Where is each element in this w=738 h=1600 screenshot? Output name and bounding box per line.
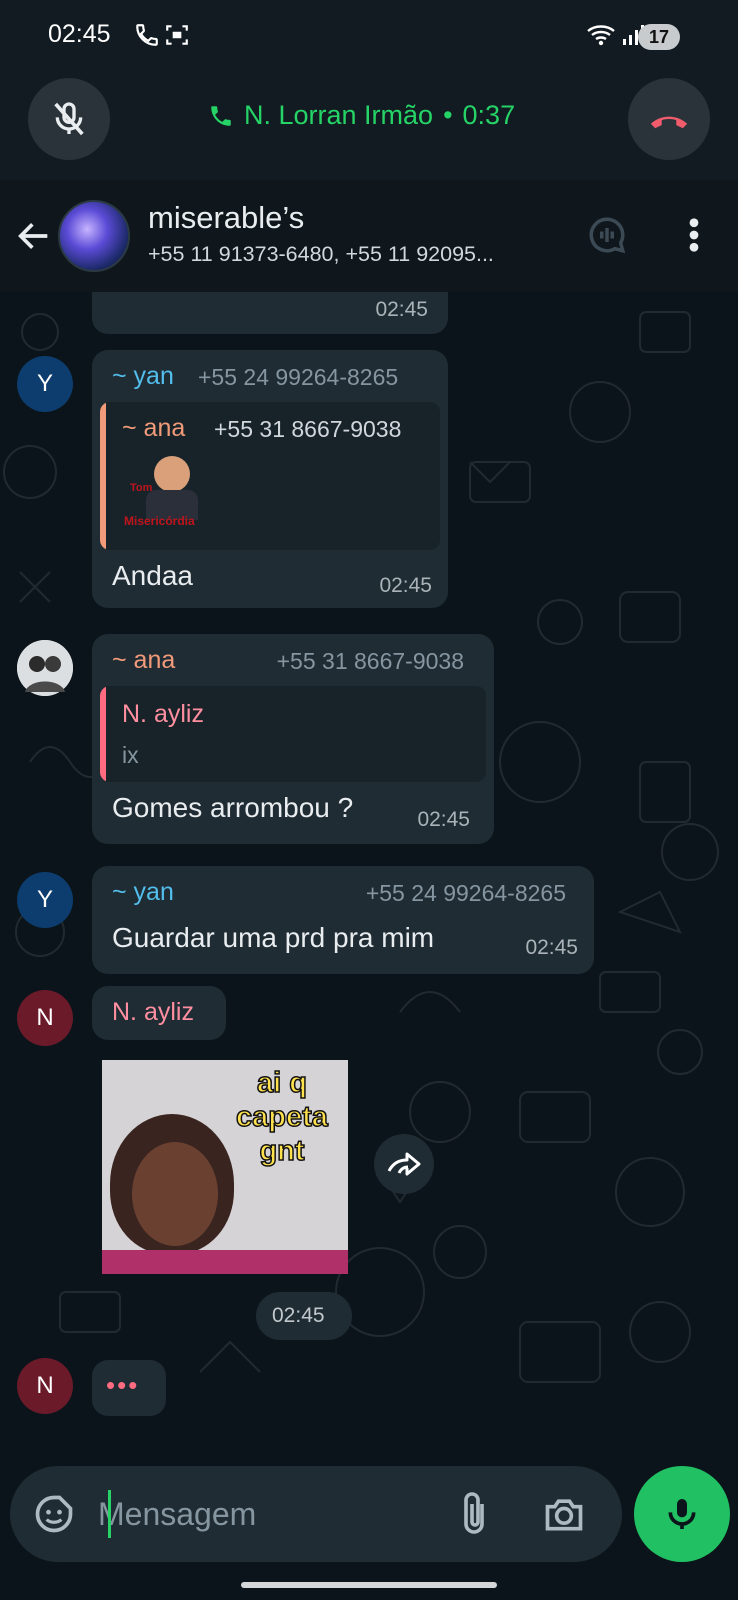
sticker-shirt: [102, 1250, 348, 1274]
sticker-text-top: Tom: [130, 482, 153, 494]
message-time: 02:45: [272, 1304, 325, 1327]
sender-name[interactable]: ~ ana: [112, 646, 175, 675]
message-bubble[interactable]: ~ ana +55 31 8667-9038 N. ayliz ix Gomes…: [92, 634, 494, 844]
status-bar: 02:45 17: [0, 0, 738, 72]
forward-icon: [387, 1152, 421, 1176]
typing-dots: •••: [106, 1370, 140, 1400]
end-call-icon: [650, 116, 688, 129]
message-bubble[interactable]: ~ yan +55 24 99264-8265 ~ ana +55 31 866…: [92, 350, 448, 608]
typing-indicator: •••: [92, 1360, 166, 1416]
quote-accent-bar: [100, 686, 106, 782]
voice-chat-icon[interactable]: [586, 214, 628, 256]
call-info[interactable]: N. Lorran Irmão • 0:37: [208, 100, 515, 131]
message-text: Guardar uma prd pra mim: [112, 922, 435, 953]
sender-name[interactable]: N. ayliz: [112, 998, 194, 1027]
message-text: Gomes arrombou ?: [112, 792, 354, 823]
message-time: 02:45: [525, 936, 578, 959]
input-pill: [10, 1466, 622, 1562]
message-time: 02:45: [379, 574, 432, 597]
gesture-navigation-bar[interactable]: [241, 1582, 497, 1588]
attach-icon[interactable]: [456, 1490, 492, 1538]
camera-icon[interactable]: [542, 1492, 586, 1536]
avatar-ana[interactable]: [17, 640, 73, 696]
group-members[interactable]: +55 11 91373-6480, +55 11 92095...: [148, 242, 558, 267]
sender-phone: +55 24 99264-8265: [365, 880, 566, 906]
sender-label-bubble[interactable]: N. ayliz: [92, 986, 226, 1040]
message-composer: [0, 1460, 738, 1600]
quoted-phone: +55 31 8667-9038: [214, 416, 402, 442]
chat-header: miserable’s +55 11 91373-6480, +55 11 92…: [0, 180, 738, 292]
message-time: 02:45: [375, 298, 428, 321]
avatar-yan[interactable]: Y: [17, 872, 73, 928]
ongoing-call-bar[interactable]: N. Lorran Irmão • 0:37: [0, 72, 738, 180]
message-input[interactable]: [98, 1486, 438, 1542]
chat-area[interactable]: 02:45 Y ~ yan +55 24 99264-8265 ~ ana +5…: [0, 292, 738, 1460]
caller-name: N. Lorran Irmão: [244, 100, 434, 130]
group-title[interactable]: miserable’s: [148, 200, 304, 236]
sticker-text-bottom: Misericórdia: [124, 514, 195, 528]
wifi-icon: [587, 25, 615, 46]
sticker-message[interactable]: ai q capeta gnt: [102, 1060, 348, 1274]
sticker-caption: ai q capeta gnt: [235, 1066, 328, 1168]
phone-call-icon: [136, 24, 158, 46]
sender-phone: +55 31 8667-9038: [276, 648, 464, 674]
status-time: 02:45: [48, 20, 111, 48]
mic-off-icon: [54, 102, 84, 136]
message-time-pill: 02:45: [256, 1292, 352, 1340]
microphone-icon: [668, 1499, 696, 1529]
text-caret: [108, 1490, 111, 1538]
sticker-icon[interactable]: [32, 1492, 76, 1536]
sticker-face-skin: [132, 1142, 218, 1246]
message-bubble[interactable]: ~ yan +55 24 99264-8265 Guardar uma prd …: [92, 866, 594, 974]
quoted-sticker: Tom Misericórdia: [124, 452, 216, 536]
more-options-icon[interactable]: [680, 214, 708, 256]
quoted-text: ix: [122, 742, 139, 768]
call-duration: 0:37: [462, 100, 516, 130]
sender-name[interactable]: ~ yan: [112, 362, 174, 391]
quote-accent-bar: [100, 402, 106, 550]
profile-photo-icon: [17, 640, 73, 696]
screenshot-icon: [166, 25, 188, 45]
end-call-button[interactable]: [628, 78, 710, 160]
avatar-ayliz[interactable]: N: [17, 1358, 73, 1414]
quoted-sender: ~ ana: [122, 414, 186, 442]
quoted-sender: N. ayliz: [122, 700, 204, 728]
group-avatar[interactable]: [58, 200, 130, 272]
phone-icon: [211, 105, 231, 126]
message-bubble[interactable]: 02:45: [92, 292, 448, 334]
voice-record-button[interactable]: [634, 1466, 730, 1562]
sticker-figure: [154, 456, 190, 492]
avatar-ayliz[interactable]: N: [17, 990, 73, 1046]
quoted-message[interactable]: N. ayliz ix: [100, 686, 486, 782]
quoted-message[interactable]: ~ ana +55 31 8667-9038 Tom Misericórdia: [100, 402, 440, 550]
mute-button[interactable]: [28, 78, 110, 160]
back-arrow-icon[interactable]: [14, 216, 54, 256]
sender-phone: +55 24 99264-8265: [198, 364, 399, 390]
forward-button[interactable]: [374, 1134, 434, 1194]
avatar-yan[interactable]: Y: [17, 356, 73, 412]
sender-name[interactable]: ~ yan: [112, 878, 174, 907]
battery-indicator: 17: [638, 24, 680, 50]
call-separator: •: [443, 100, 453, 130]
message-time: 02:45: [417, 808, 470, 831]
message-text: Andaa: [112, 560, 193, 591]
